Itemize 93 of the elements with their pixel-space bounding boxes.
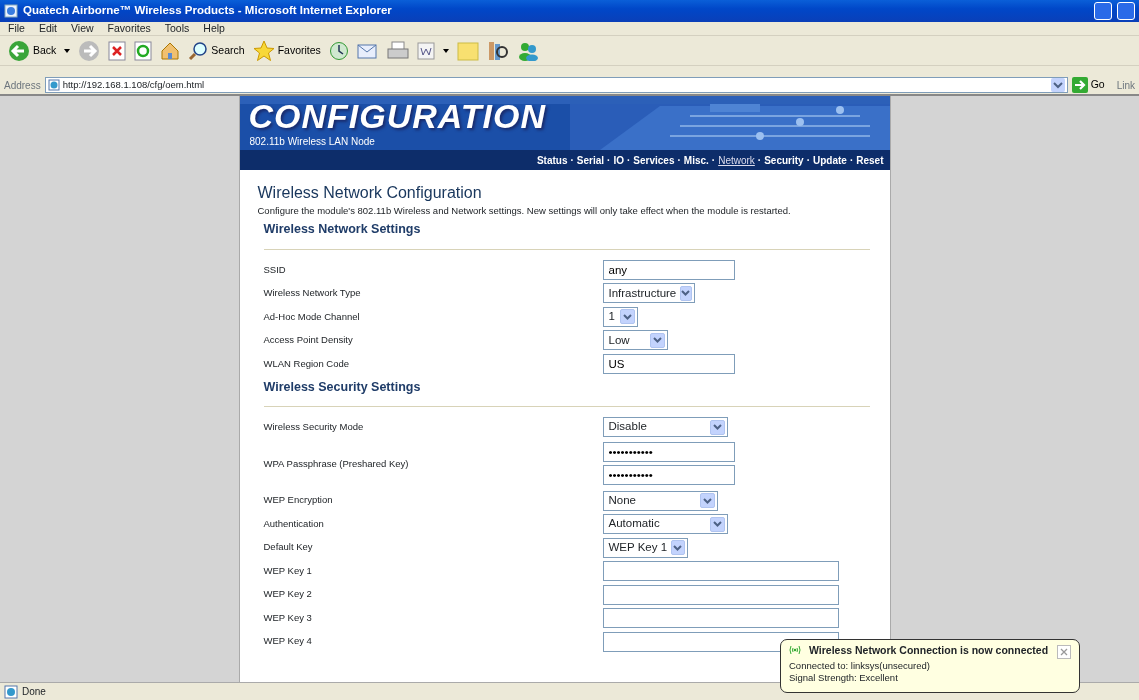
dropdown-field[interactable]: Low [602, 330, 668, 351]
close-button[interactable] [1057, 645, 1071, 659]
field-label: Wireless Network Type [263, 286, 362, 301]
text-field[interactable]: US [602, 353, 735, 374]
address-text: http://192.168.1.108/cfg/oem.html [62, 77, 206, 92]
field-label: Access Point Density [263, 333, 354, 348]
nav-link[interactable]: Misc. [683, 152, 709, 168]
separator-dot: · [711, 153, 716, 168]
text-field[interactable] [602, 584, 839, 605]
field-label: SSID [263, 262, 287, 277]
menu-item[interactable]: Tools [164, 20, 190, 37]
restore-button[interactable] [1117, 2, 1135, 20]
forward-icon[interactable] [78, 39, 101, 62]
field-label: WEP Key 1 [263, 563, 313, 578]
field-label: WEP Key 4 [263, 634, 313, 649]
field-label: Default Key [263, 540, 314, 555]
nav-link[interactable]: Services [633, 152, 675, 168]
printer-icon[interactable] [386, 40, 409, 61]
history-icon[interactable] [328, 40, 349, 61]
minimize-button[interactable] [1094, 2, 1112, 20]
favorites-button[interactable]: Favorites [252, 40, 321, 61]
password-field[interactable]: ••••••••••• [602, 465, 735, 486]
field-label: WLAN Region Code [263, 356, 351, 371]
field-label: WEP Encryption [263, 493, 334, 508]
page-icon [47, 79, 60, 91]
page-description: Configure the module's 802.11b Wireless and Network settings. New settings will only take effect when the module is restarted. [257, 204, 792, 218]
nav-link[interactable]: Serial [576, 152, 605, 168]
field-label: Authentication [263, 516, 325, 531]
dropdown-field[interactable]: Infrastructure [602, 283, 695, 304]
nav-link[interactable]: IO [613, 152, 624, 168]
go-arrow-icon [1071, 77, 1088, 93]
menu-item[interactable]: Help [203, 20, 225, 37]
search-icon [188, 40, 209, 61]
notification-text: Signal Strength: Excellent [789, 672, 899, 684]
nav-link[interactable]: Network [718, 152, 755, 168]
field-label: Ad-Hoc Mode Channel [263, 309, 361, 324]
address-field[interactable]: http://192.168.1.108/cfg/oem.html [44, 77, 1068, 93]
dropdown-field[interactable]: None [602, 490, 718, 511]
close-icon [1060, 648, 1068, 657]
star-icon [252, 40, 275, 61]
banner-title: CONFIGURATION [248, 96, 547, 136]
field-label: WPA Passphrase (Preshared Key) [263, 456, 410, 471]
address-label: Address [4, 78, 41, 93]
section-heading: Wireless Network Settings [263, 221, 422, 239]
menu-item[interactable]: File [8, 20, 25, 37]
nav-link[interactable]: Security [764, 152, 804, 168]
field-label: WEP Key 3 [263, 610, 313, 625]
go-button[interactable]: Go [1071, 77, 1105, 93]
wireless-signal-icon [789, 645, 801, 655]
password-field[interactable]: ••••••••••• [602, 442, 735, 463]
menu-item[interactable]: View [71, 20, 94, 37]
links-label[interactable]: Link [1116, 77, 1135, 93]
page-heading: Wireless Network Configuration [257, 184, 483, 202]
notification-title: Wireless Network Connection is now connected [809, 644, 1049, 656]
text-field[interactable] [602, 608, 839, 628]
edit-document-icon[interactable] [416, 41, 435, 60]
text-field[interactable] [602, 561, 839, 581]
back-button[interactable]: Back [8, 39, 57, 62]
refresh-icon[interactable] [134, 40, 153, 61]
menu-item[interactable]: Favorites [107, 20, 151, 37]
banner-subtitle: 802.11b Wireless LAN Node [249, 135, 375, 149]
stop-icon[interactable] [108, 40, 127, 61]
dropdown-field[interactable]: Automatic [602, 514, 728, 534]
dropdown-field[interactable]: 1 [602, 306, 638, 327]
nav-link[interactable]: Reset [856, 152, 884, 168]
home-icon[interactable] [160, 40, 181, 61]
separator-dot: · [626, 153, 631, 168]
separator-dot: · [757, 153, 762, 168]
dropdown-field[interactable]: WEP Key 1 [602, 537, 688, 558]
notification-text: Connected to: linksys(unsecured) [789, 660, 931, 672]
dropdown-icon[interactable] [1050, 78, 1065, 92]
field-label: Wireless Security Mode [263, 419, 365, 434]
separator-dot: · [607, 153, 611, 168]
dropdown-arrow-icon[interactable] [442, 48, 449, 53]
search-button[interactable]: Search [188, 40, 245, 61]
menu-item[interactable]: Edit [38, 20, 57, 37]
separator-dot: · [806, 153, 810, 168]
nav-link[interactable]: Update [813, 152, 847, 168]
dropdown-arrow-icon[interactable] [64, 48, 71, 53]
field-label: WEP Key 2 [263, 587, 313, 602]
section-heading: Wireless Security Settings [263, 378, 422, 396]
research-icon[interactable] [486, 39, 509, 62]
text-field[interactable]: any [602, 259, 735, 280]
page-icon [4, 684, 18, 699]
nav-link[interactable]: Status [536, 152, 568, 168]
messenger-icon[interactable] [516, 40, 539, 61]
separator-dot: · [677, 153, 681, 168]
separator-dot: · [849, 153, 854, 168]
status-text: Done [22, 685, 46, 699]
dropdown-field[interactable]: Disable [602, 417, 728, 437]
window-title: Quatech Airborne™ Wireless Products - Microsoft Internet Explorer [23, 3, 393, 19]
app-icon [4, 4, 18, 18]
separator-dot: · [570, 153, 574, 168]
